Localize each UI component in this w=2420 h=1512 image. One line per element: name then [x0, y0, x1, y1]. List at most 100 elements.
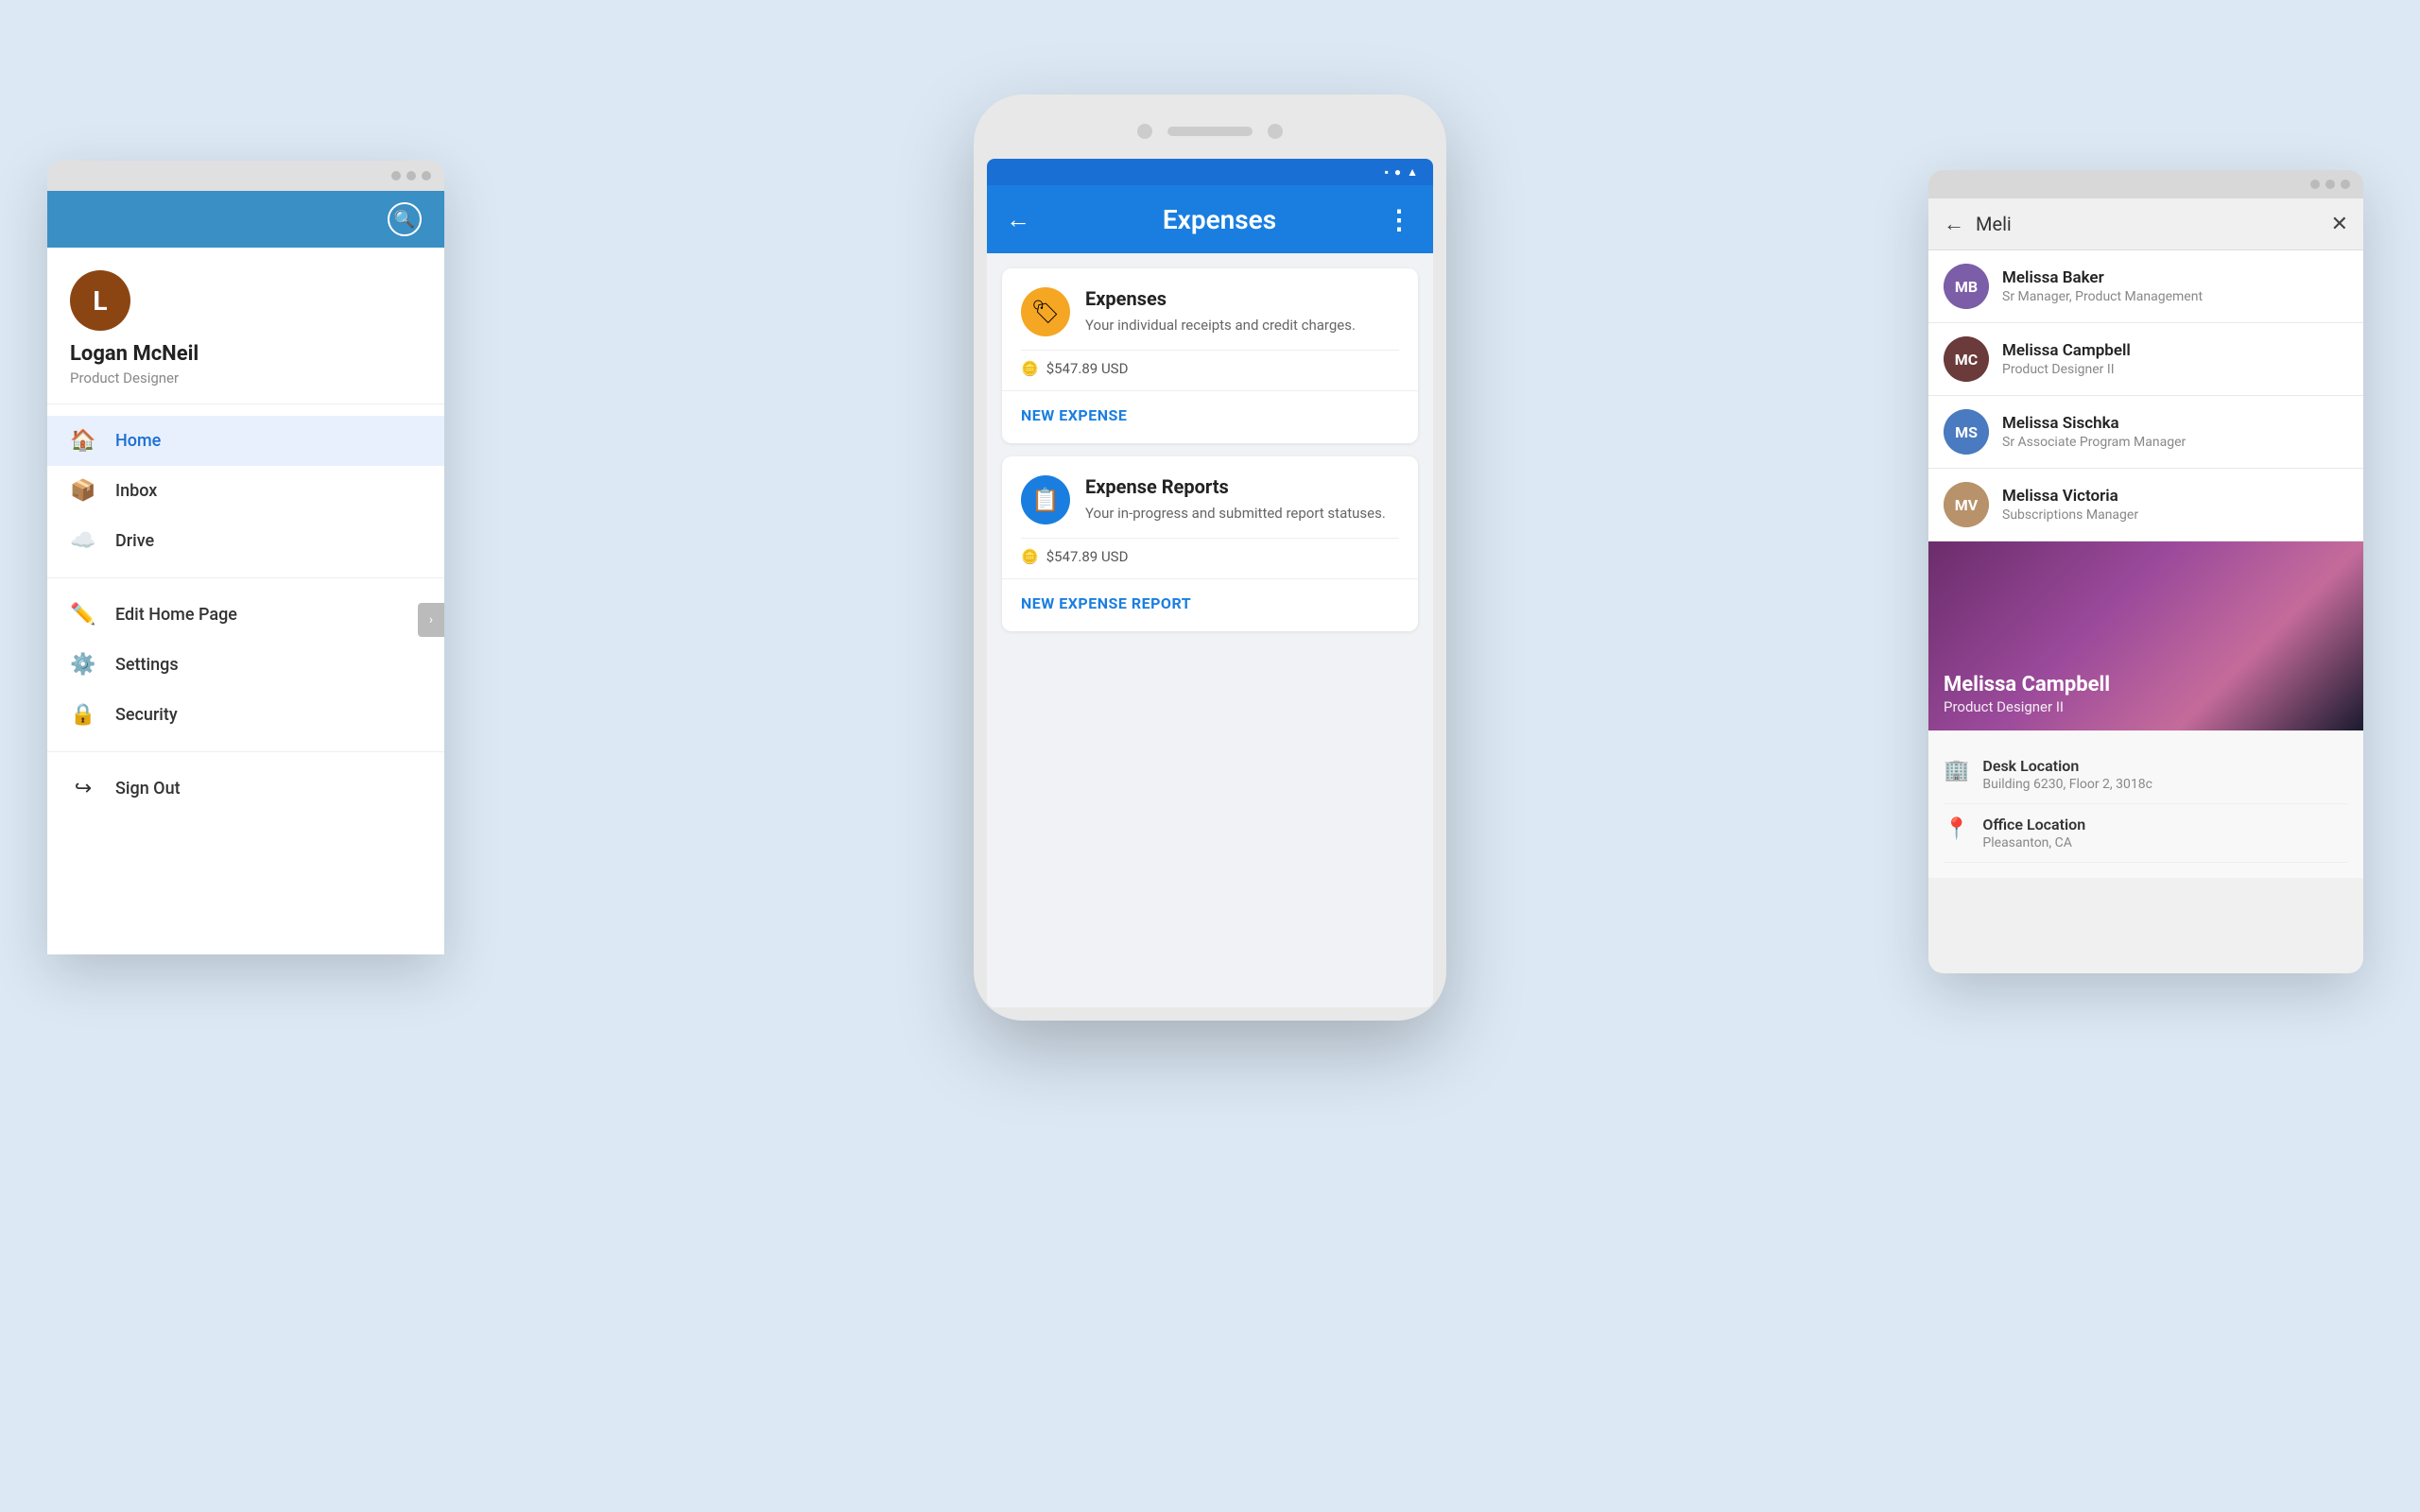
expenses-info: Expenses Your individual receipts and cr… [1085, 287, 1399, 335]
result-name-victoria: Melissa Victoria [2002, 487, 2348, 506]
avatar-campbell-img: MC [1944, 336, 1989, 382]
expenses-amount-value: $547.89 USD [1046, 360, 1129, 377]
expense-reports-info: Expense Reports Your in-progress and sub… [1085, 475, 1399, 524]
phone-camera-left [1137, 124, 1152, 139]
status-bar: ▪ ● ▲ [987, 159, 1433, 185]
settings-icon: ⚙️ [70, 653, 96, 677]
result-melissa-campbell[interactable]: MC Melissa Campbell Product Designer II [1928, 323, 2363, 396]
expenses-card-header: 🏷 Expenses Your individual receipts and … [1021, 287, 1399, 336]
result-name-baker: Melissa Baker [2002, 268, 2348, 287]
nav-item-settings[interactable]: ⚙️ Settings [47, 640, 444, 690]
phone-toolbar: ← Expenses ⋮ [987, 185, 1433, 253]
back-button[interactable]: ← [1006, 205, 1030, 234]
office-info: Office Location Pleasanton, CA [1982, 816, 2085, 850]
result-title-sischka: Sr Associate Program Manager [2002, 435, 2348, 450]
search-results-list: MB Melissa Baker Sr Manager, Product Man… [1928, 250, 2363, 541]
desk-location-item: 🏢 Desk Location Building 6230, Floor 2, … [1944, 746, 2348, 804]
expenses-card: 🏷 Expenses Your individual receipts and … [1002, 268, 1418, 443]
right-screen: ← Meli ✕ MB Melissa Baker Sr Manager, Pr… [1928, 198, 2363, 973]
result-melissa-baker[interactable]: MB Melissa Baker Sr Manager, Product Man… [1928, 250, 2363, 323]
nav-label-edit-home: Edit Home Page [115, 605, 237, 625]
desk-info: Desk Location Building 6230, Floor 2, 30… [1982, 757, 2152, 792]
result-melissa-sischka[interactable]: MS Melissa Sischka Sr Associate Program … [1928, 396, 2363, 469]
result-info-campbell: Melissa Campbell Product Designer II [2002, 341, 2348, 377]
expense-reports-card: 📋 Expense Reports Your in-progress and s… [1002, 456, 1418, 631]
right-dot-3 [2341, 180, 2350, 189]
nav-label-settings: Settings [115, 655, 179, 675]
user-role: Product Designer [70, 369, 422, 387]
secondary-nav: ✏️ Edit Home Page ⚙️ Settings 🔒 Security [47, 578, 444, 752]
result-avatar-sischka: MS [1944, 409, 1989, 455]
home-icon: 🏠 [70, 429, 96, 453]
svg-text:MB: MB [1955, 278, 1978, 296]
nav-label-inbox: Inbox [115, 481, 157, 501]
phone-camera-right [1268, 124, 1283, 139]
user-name: Logan McNeil [70, 342, 422, 366]
search-icon[interactable]: 🔍 [388, 202, 422, 236]
nav-item-home[interactable]: 🏠 Home [47, 416, 444, 466]
frame-dot-1 [391, 171, 401, 180]
search-input[interactable]: Meli [1976, 213, 2320, 235]
left-panel: 🔍 L Logan McNeil Product Designer 🏠 Home… [47, 161, 444, 954]
result-title-victoria: Subscriptions Manager [2002, 507, 2348, 523]
result-avatar-campbell: MC [1944, 336, 1989, 382]
result-melissa-victoria[interactable]: MV Melissa Victoria Subscriptions Manage… [1928, 469, 2363, 541]
center-panel: ▪ ● ▲ ← Expenses ⋮ 🏷 Expenses Your indiv… [974, 94, 1446, 1021]
expense-reports-amount-value: $547.89 USD [1046, 548, 1129, 565]
expense-reports-icon: 📋 [1021, 475, 1070, 524]
office-location-label: Office Location [1982, 816, 2085, 833]
result-title-campbell: Product Designer II [2002, 362, 2348, 377]
desk-location-value: Building 6230, Floor 2, 3018c [1982, 777, 2152, 792]
svg-text:MS: MS [1955, 423, 1978, 441]
result-info-sischka: Melissa Sischka Sr Associate Program Man… [2002, 414, 2348, 450]
result-info-baker: Melissa Baker Sr Manager, Product Manage… [2002, 268, 2348, 304]
expense-reports-title: Expense Reports [1085, 475, 1399, 498]
amount-icon: 🪙 [1021, 360, 1039, 377]
expense-reports-header: 📋 Expense Reports Your in-progress and s… [1021, 475, 1399, 524]
expand-arrow[interactable]: › [418, 603, 444, 637]
sign-out-section: ↪ Sign Out [47, 752, 444, 825]
sidebar-content: L Logan McNeil Product Designer 🏠 Home 📦… [47, 248, 444, 954]
edit-icon: ✏️ [70, 603, 96, 627]
office-location-value: Pleasanton, CA [1982, 835, 2085, 850]
search-back-button[interactable]: ← [1944, 212, 1964, 236]
avatar-victoria-img: MV [1944, 482, 1989, 527]
location-icon: 📍 [1944, 817, 1969, 841]
right-frame-top-bar [1928, 170, 2363, 198]
signal-icon: ● [1394, 165, 1401, 179]
frame-dot-3 [422, 171, 431, 180]
profile-details: 🏢 Desk Location Building 6230, Floor 2, … [1928, 730, 2363, 878]
result-name-sischka: Melissa Sischka [2002, 414, 2348, 433]
right-dot-2 [2325, 180, 2335, 189]
nav-label-drive: Drive [115, 531, 154, 551]
avatar: L [70, 270, 130, 331]
expense-reports-amount: 🪙 $547.89 USD [1021, 538, 1399, 565]
search-clear-button[interactable]: ✕ [2331, 213, 2348, 236]
phone-screen: ▪ ● ▲ ← Expenses ⋮ 🏷 Expenses Your indiv… [987, 159, 1433, 1007]
nav-item-inbox[interactable]: 📦 Inbox [47, 466, 444, 516]
right-search-bar: ← Meli ✕ [1928, 198, 2363, 250]
profile-name: Melissa Campbell [1944, 673, 2110, 696]
new-expense-report-button[interactable]: NEW EXPENSE REPORT [1021, 579, 1399, 612]
nav-label-sign-out: Sign Out [115, 779, 181, 799]
nav-item-sign-out[interactable]: ↪ Sign Out [47, 764, 444, 814]
nav-item-edit-home[interactable]: ✏️ Edit Home Page [47, 590, 444, 640]
phone-top [987, 108, 1433, 155]
nav-item-drive[interactable]: ☁️ Drive [47, 516, 444, 566]
phone-speaker [1167, 127, 1253, 136]
desk-location-label: Desk Location [1982, 757, 2152, 775]
battery-icon: ▪ [1385, 165, 1389, 179]
expenses-title: Expenses [1085, 287, 1399, 310]
expenses-icon: 🏷 [1021, 287, 1070, 336]
avatar-sischka-img: MS [1944, 409, 1989, 455]
svg-text:MC: MC [1955, 351, 1978, 369]
profile-card-name: Melissa Campbell Product Designer II [1944, 673, 2110, 715]
right-panel: ← Meli ✕ MB Melissa Baker Sr Manager, Pr… [1928, 170, 2363, 973]
profile-card[interactable]: Melissa Campbell Product Designer II 🏢 D… [1928, 541, 2363, 973]
primary-nav: 🏠 Home 📦 Inbox ☁️ Drive [47, 404, 444, 578]
wifi-icon: ▲ [1407, 165, 1418, 179]
more-options-button[interactable]: ⋮ [1386, 204, 1414, 235]
new-expense-button[interactable]: NEW EXPENSE [1021, 391, 1399, 424]
nav-item-security[interactable]: 🔒 Security [47, 690, 444, 740]
drive-icon: ☁️ [70, 529, 96, 553]
